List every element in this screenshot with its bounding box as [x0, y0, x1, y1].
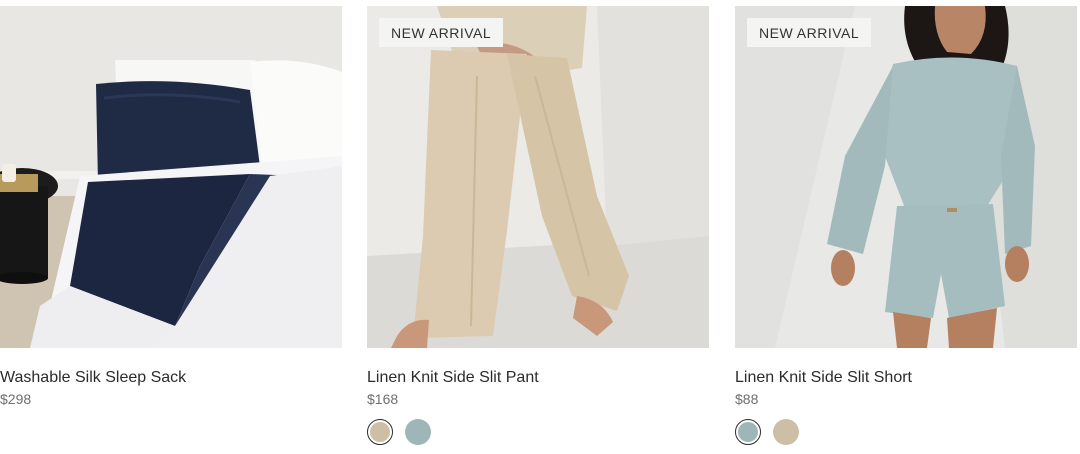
product-price: $88 [735, 391, 759, 407]
product-title[interactable]: Linen Knit Side Slit Pant [367, 368, 539, 388]
product-image-linen-pant[interactable]: NEW ARRIVAL [367, 6, 709, 348]
swatch-sand[interactable] [773, 419, 799, 445]
product-image-silk-sleep-sack[interactable] [0, 6, 342, 348]
product-card: Washable Silk Sleep Sack $298 [0, 0, 342, 454]
product-price: $298 [0, 391, 32, 407]
swatch-dot [773, 419, 799, 445]
swatch-sage[interactable] [405, 419, 431, 445]
swatch-dot [405, 419, 431, 445]
color-swatches [367, 419, 431, 445]
swatch-sage[interactable] [735, 419, 761, 445]
product-title[interactable]: Washable Silk Sleep Sack [0, 368, 186, 388]
product-price: $168 [367, 391, 399, 407]
pant-photo [367, 6, 709, 348]
new-arrival-badge: NEW ARRIVAL [379, 18, 504, 47]
product-title[interactable]: Linen Knit Side Slit Short [735, 368, 912, 388]
short-photo [735, 6, 1077, 348]
new-arrival-badge: NEW ARRIVAL [747, 18, 872, 47]
color-swatches [735, 419, 799, 445]
swatch-dot [738, 422, 758, 442]
product-image-linen-short[interactable]: NEW ARRIVAL [735, 6, 1077, 348]
swatch-dot [370, 422, 390, 442]
product-card: NEW ARRIVAL Linen Knit Side Slit Short $… [735, 0, 1077, 454]
product-grid: Washable Silk Sleep Sack $298 NEW ARRIVA… [0, 0, 1080, 454]
swatch-sand[interactable] [367, 419, 393, 445]
bedding-photo [0, 6, 342, 348]
product-card: NEW ARRIVAL Linen Knit Side Slit Pant $1… [367, 0, 709, 454]
